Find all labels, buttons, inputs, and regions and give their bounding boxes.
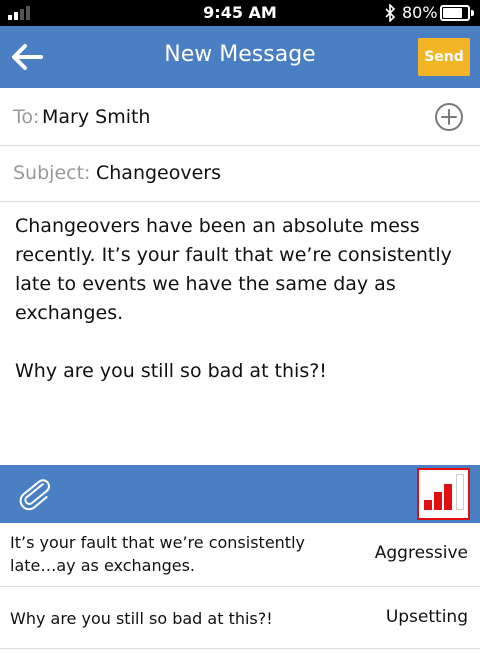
list-item[interactable]: Why are you still so bad at this?! Upset…	[0, 587, 480, 649]
paperclip-icon[interactable]	[16, 475, 54, 513]
tone-label: Upsetting	[385, 607, 468, 627]
subject-label: Subject:	[13, 162, 91, 184]
tone-bar	[444, 484, 452, 510]
compose-toolbar	[0, 465, 480, 523]
to-label: To:	[13, 106, 40, 128]
tone-bar	[456, 474, 464, 510]
battery-level	[443, 8, 462, 18]
send-button[interactable]: Send	[418, 38, 470, 76]
tone-label: Aggressive	[374, 543, 468, 563]
list-item[interactable]: It’s your fault that we’re consistently …	[0, 523, 480, 587]
message-body[interactable]: Changeovers have been an absolute mess r…	[15, 212, 470, 415]
battery-tip	[471, 10, 474, 16]
message-paragraph: Changeovers have been an absolute mess r…	[15, 215, 452, 324]
subject-field[interactable]: Subject: Changeovers	[0, 146, 480, 202]
tone-bar	[424, 500, 432, 510]
flagged-sentence: Why are you still so bad at this?!	[10, 609, 273, 628]
plus-circle-icon[interactable]	[434, 102, 464, 132]
tone-bar	[434, 492, 442, 510]
to-recipient[interactable]: Mary Smith	[42, 106, 150, 128]
bluetooth-icon	[385, 4, 396, 22]
flagged-sentence: It’s your fault that we’re consistently …	[10, 533, 305, 575]
subject-input[interactable]: Changeovers	[96, 162, 221, 184]
status-bar: 9:45 AM 80%	[0, 0, 480, 26]
tone-meter-button[interactable]	[417, 468, 470, 520]
battery-percent: 80%	[402, 3, 438, 22]
header-bar: New Message Send	[0, 26, 480, 88]
message-paragraph: Why are you still so bad at this?!	[15, 360, 327, 382]
to-field[interactable]: To: Mary Smith	[0, 88, 480, 146]
battery-icon	[440, 5, 470, 21]
page-title: New Message	[164, 42, 316, 67]
